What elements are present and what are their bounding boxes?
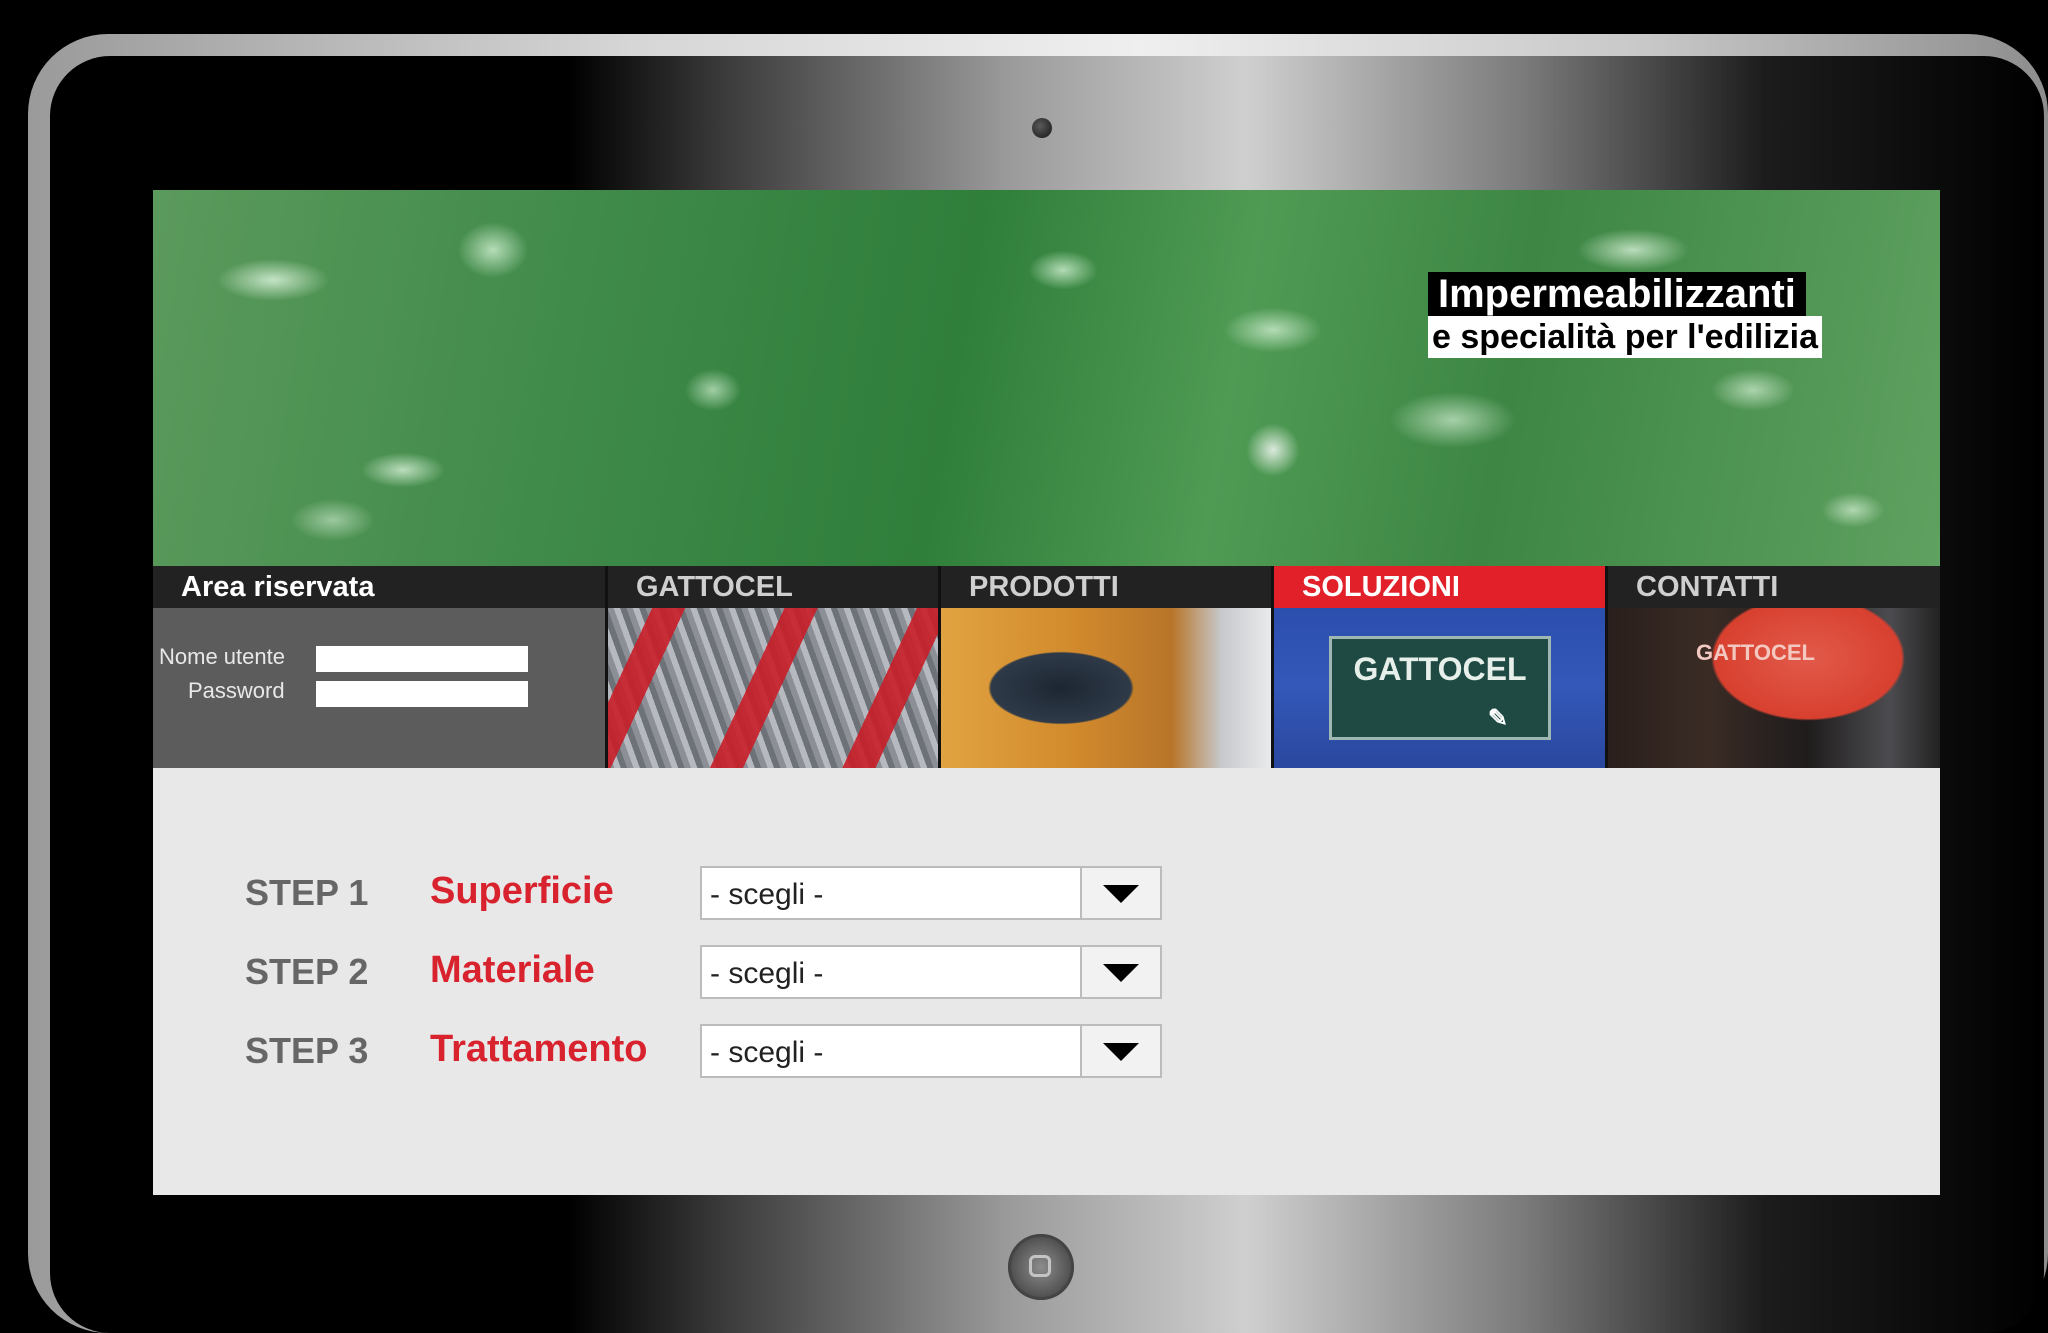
chevron-down-icon xyxy=(1103,964,1139,982)
gattocel-board: GATTOCEL xyxy=(1329,636,1551,740)
thumb-gattocel[interactable] xyxy=(605,608,938,768)
step-row-1: STEP 1 Superficie - scegli - xyxy=(153,866,1940,922)
nav-item-contatti[interactable]: CONTATTI xyxy=(1605,566,1940,608)
nav-item-gattocel[interactable]: GATTOCEL xyxy=(605,566,938,608)
chevron-down-icon xyxy=(1103,885,1139,903)
trattamento-select[interactable]: - scegli - xyxy=(700,1024,1162,1078)
step-3-title: Trattamento xyxy=(430,1028,648,1070)
step-2-title: Materiale xyxy=(430,949,595,991)
username-input[interactable] xyxy=(316,646,528,672)
thumb-prodotti[interactable] xyxy=(938,608,1271,768)
hero-banner: Impermeabilizzanti e specialità per l'ed… xyxy=(153,190,1940,566)
thumb-soluzioni[interactable]: GATTOCEL xyxy=(1271,608,1605,768)
nav-item-soluzioni[interactable]: SOLUZIONI xyxy=(1271,566,1605,608)
step-row-2: STEP 2 Materiale - scegli - xyxy=(153,945,1940,1001)
materiale-select[interactable]: - scegli - xyxy=(700,945,1162,999)
trattamento-select-button[interactable] xyxy=(1080,1026,1160,1076)
thumb-contatti[interactable]: GATTOCEL xyxy=(1605,608,1940,768)
hero-title-line2: e specialità per l'edilizia xyxy=(1428,316,1823,358)
camera-icon xyxy=(1032,118,1052,138)
step-row-3: STEP 3 Trattamento - scegli - xyxy=(153,1024,1940,1080)
superficie-select-value: - scegli - xyxy=(710,878,824,911)
hero-title-line1: Impermeabilizzanti xyxy=(1428,272,1806,316)
step-1-title: Superficie xyxy=(430,870,614,912)
step-3-label: STEP 3 xyxy=(245,1030,369,1071)
password-input[interactable] xyxy=(316,681,528,707)
password-label: Password xyxy=(188,678,285,703)
main-nav: Area riservata GATTOCEL PRODOTTI SOLUZIO… xyxy=(153,566,1940,608)
materiale-select-button[interactable] xyxy=(1080,947,1160,997)
tablet-screen: Impermeabilizzanti e specialità per l'ed… xyxy=(153,190,1940,1195)
materiale-select-value: - scegli - xyxy=(710,957,824,990)
username-label: Nome utente xyxy=(159,644,285,669)
trattamento-select-value: - scegli - xyxy=(710,1036,824,1069)
home-button[interactable] xyxy=(1008,1234,1074,1300)
chevron-down-icon xyxy=(1103,1043,1139,1061)
step-1-label: STEP 1 xyxy=(245,872,369,913)
nav-area-riservata: Area riservata xyxy=(181,571,375,603)
gattocel-sign: GATTOCEL xyxy=(1696,640,1815,665)
superficie-select[interactable]: - scegli - xyxy=(700,866,1162,920)
superficie-select-button[interactable] xyxy=(1080,868,1160,918)
step-2-label: STEP 2 xyxy=(245,951,369,992)
hero-title: Impermeabilizzanti e specialità per l'ed… xyxy=(1428,272,1823,358)
nav-item-prodotti[interactable]: PRODOTTI xyxy=(938,566,1271,608)
login-panel: Nome utente Password xyxy=(153,608,605,768)
